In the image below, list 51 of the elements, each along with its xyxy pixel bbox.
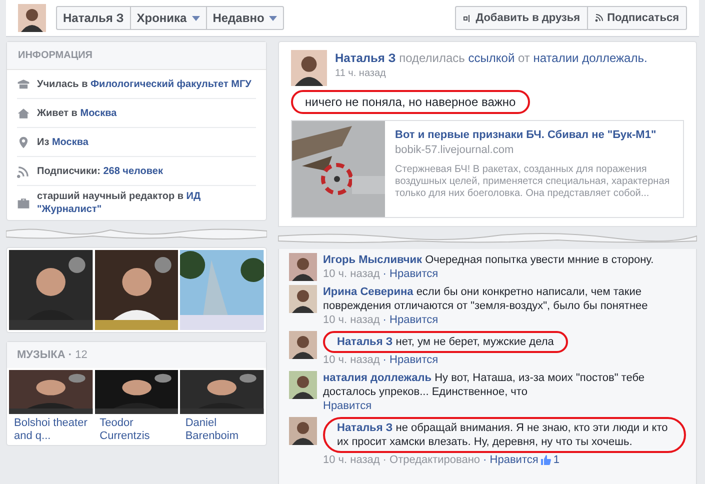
like-link[interactable]: · Нравится	[382, 313, 438, 327]
info-text: Училась в Филологический факультет МГУ	[37, 78, 252, 90]
pin-icon	[17, 136, 30, 148]
home-icon	[17, 106, 30, 120]
preview-domain: bobik-57.livejournal.com	[395, 143, 515, 158]
avatar	[289, 371, 317, 399]
like-link[interactable]: · Нравится	[382, 353, 438, 367]
filter-dropdown[interactable]: Недавно	[206, 7, 284, 29]
comment-text: Игорь Мысливчик Очередная попытка увести мнние в сторону.	[323, 253, 654, 267]
music-caption[interactable]: Teodor Currentzis	[94, 414, 178, 443]
rss-icon	[595, 14, 604, 22]
music-caption[interactable]: Bolshoi theater and q...	[9, 414, 93, 443]
edited-label: · Отредактировано	[382, 453, 480, 467]
like-link[interactable]: · Нравится	[382, 267, 438, 281]
filter-dropdown[interactable]: Хроника	[130, 7, 206, 29]
add-friend-button[interactable]: Добавить в друзья	[456, 7, 588, 29]
music-caption[interactable]: Daniel Barenboim	[180, 414, 264, 443]
info-text: старший научный редактор в ИД "Журналист"	[37, 190, 202, 216]
info-text: Подписчики: 268 человек	[37, 164, 163, 178]
like-link[interactable]: Нравится	[323, 399, 372, 413]
avatar	[289, 331, 317, 359]
like-count: 1	[553, 453, 560, 467]
rss-icon	[17, 164, 30, 178]
thumbs-up-icon	[541, 455, 552, 465]
avatar	[291, 50, 327, 86]
like-link[interactable]: · Нравится	[483, 453, 538, 467]
avatar	[289, 285, 317, 313]
comment-time: 10 ч. назад	[323, 353, 380, 367]
work-icon	[17, 196, 30, 210]
section-title: МУЗЫКА · 12	[17, 348, 88, 363]
school-icon	[17, 78, 30, 90]
comment-text: Ирина Северина если бы они конкретно написали, чем такие повреждения отличаются от "земля-воздух", было бы понятнее	[323, 285, 649, 313]
comment-time: 10 ч. назад	[323, 453, 380, 467]
comment-text: Наталья З нет, ум не берет, мужские дела	[337, 335, 554, 349]
follow-button[interactable]: Подписаться	[587, 7, 686, 29]
section-title: ИНФОРМАЦИЯ	[18, 49, 92, 63]
profile-name-button[interactable]: Наталья З	[57, 7, 130, 29]
comment-text: наталия доллежаль Ну вот, Наташа, из-за моих "постов" тебе досталось упреков... Единственное, что	[323, 371, 646, 399]
avatar	[289, 417, 317, 445]
link-preview[interactable]	[291, 120, 684, 218]
avatar	[18, 4, 46, 32]
comment-text: Наталья З не обращай внимания. Я не знаю, кто эти люди и кто их просит хамски влезать. Ну, деревня, ну что ты хочешь.	[337, 421, 669, 449]
info-text: Живет в Москва	[37, 106, 117, 120]
preview-description: Стержневая БЧ! В ракетах, созданных для поражения воздушных целей, применяется специальная, характерная только для них боеголовка. Она представляет собой...	[395, 164, 671, 200]
avatar	[289, 253, 317, 281]
post-header: Наталья З поделилась ссылкой от наталии доллежаль.	[335, 50, 648, 66]
post-text: ничего не поняла, но наверное важно	[305, 94, 516, 110]
comment-time: 10 ч. назад	[323, 267, 380, 281]
info-text: Из Москва	[37, 136, 88, 148]
preview-title[interactable]: Вот и первые признаки БЧ. Сбивал не "Бук-М1"	[395, 128, 673, 142]
comment-time: 10 ч. назад	[323, 313, 380, 327]
